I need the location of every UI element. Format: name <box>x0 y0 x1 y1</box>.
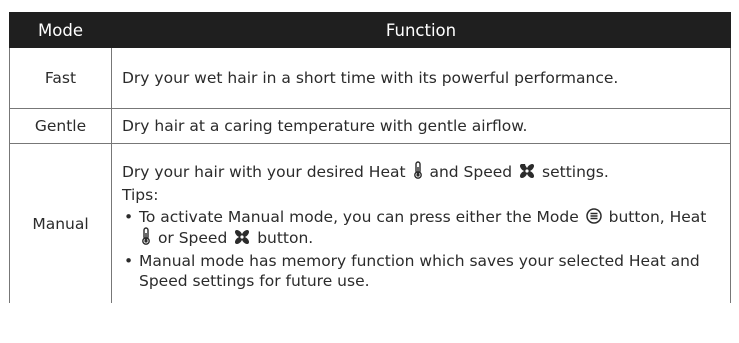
function-text-fast: Dry your wet hair in a short time with i… <box>111 47 731 109</box>
header-function: Function <box>111 12 731 48</box>
table-row-manual: Manual Dry your hair with your desired H… <box>9 143 731 303</box>
manual-intro-text-1: Dry your hair with your desired Heat <box>122 162 406 181</box>
function-cell-manual: Dry your hair with your desired Heat and… <box>111 143 731 303</box>
bullet-dot: • <box>124 251 134 270</box>
header-mode: Mode <box>9 12 112 48</box>
list-item: • To activate Manual mode, you can press… <box>122 207 722 248</box>
manual-intro: Dry your hair with your desired Heat and… <box>122 160 722 182</box>
thermometer-icon <box>413 160 423 179</box>
thermometer-icon <box>141 226 151 245</box>
fan-icon <box>234 229 250 245</box>
mode-menu-icon <box>585 207 602 224</box>
tip2-text: Manual mode has memory function which sa… <box>139 251 700 290</box>
fan-icon <box>519 163 535 179</box>
tip1-text-3: or Speed <box>157 228 228 247</box>
tip1-text-2: button, Heat <box>608 207 707 226</box>
mode-name-gentle: Gentle <box>9 108 112 144</box>
tips-label: Tips: <box>122 185 159 204</box>
list-item: • Manual mode has memory function which … <box>122 251 722 291</box>
function-text-gentle: Dry hair at a caring temperature with ge… <box>111 108 731 144</box>
manual-intro-text-3: settings. <box>542 162 609 181</box>
tip1-text-1: To activate Manual mode, you can press e… <box>139 207 579 226</box>
table-row-fast: Fast Dry your wet hair in a short time w… <box>9 47 731 109</box>
modes-table: Mode Function Fast Dry your wet hair in … <box>9 12 731 303</box>
mode-name-fast: Fast <box>9 47 112 109</box>
mode-name-manual: Manual <box>9 143 112 303</box>
table-row-gentle: Gentle Dry hair at a caring temperature … <box>9 108 731 144</box>
bullet-dot: • <box>124 207 134 226</box>
manual-intro-text-2: and Speed <box>429 162 513 181</box>
tip1-text-4: button. <box>257 228 314 247</box>
table-header-row: Mode Function <box>9 12 731 48</box>
tips-list: • To activate Manual mode, you can press… <box>122 207 722 291</box>
